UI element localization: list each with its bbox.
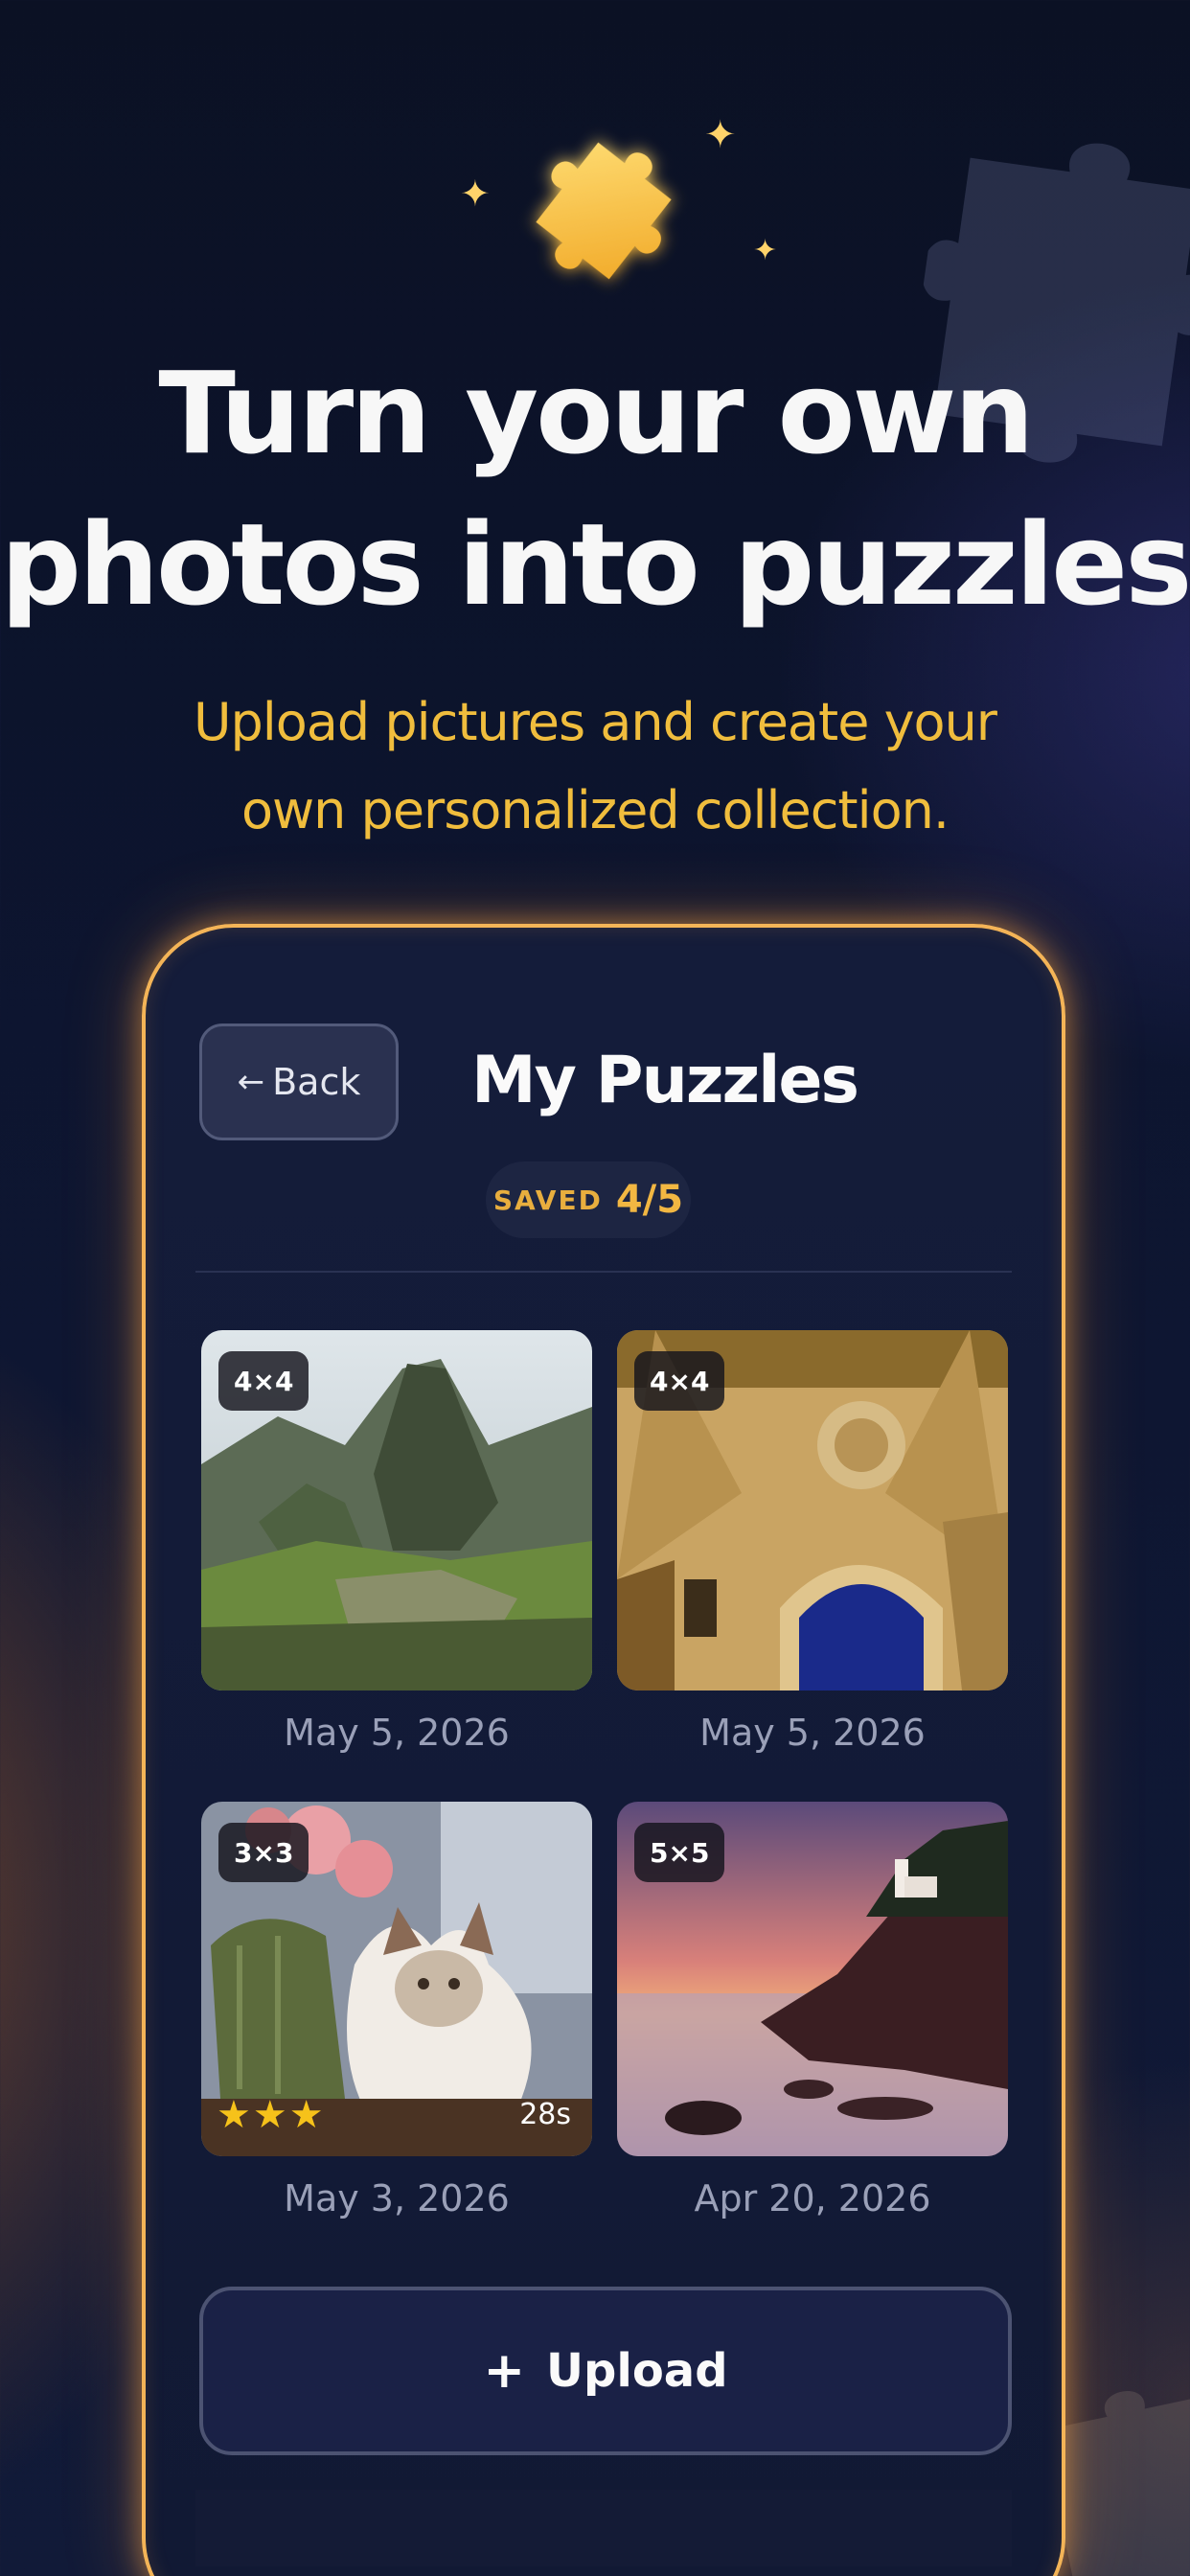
sparkle-icon: ✦ <box>460 172 491 215</box>
headline: Turn your own photos into puzzles <box>0 347 1190 631</box>
device-footer <box>195 2490 1012 2566</box>
puzzle-date: May 5, 2026 <box>699 1712 926 1754</box>
puzzle-date: May 3, 2026 <box>284 2177 510 2220</box>
phone-preview-frame: ← Back My Puzzles SAVED 4/5 4×4 May 5, 2… <box>142 924 1065 2576</box>
divider <box>195 1271 1012 1273</box>
puzzle-date: May 5, 2026 <box>284 1712 510 1754</box>
back-button-label: Back <box>272 1061 361 1103</box>
arrow-left-icon: ← <box>237 1063 265 1101</box>
saved-count: 4/5 <box>615 1178 684 1222</box>
upload-button-label: Upload <box>546 2344 728 2398</box>
puzzle-date: Apr 20, 2026 <box>694 2177 931 2220</box>
page-title: My Puzzles <box>471 1043 859 1118</box>
sparkle-icon: ✦ <box>753 234 778 267</box>
star-icon: ★★★ <box>217 2093 326 2137</box>
plus-icon: + <box>483 2342 526 2400</box>
puzzle-piece-icon <box>498 105 709 316</box>
puzzle-card-sunset-coast[interactable]: 5×5 <box>617 1802 1008 2156</box>
grid-size-badge: 4×4 <box>218 1351 309 1411</box>
puzzle-card-cat[interactable]: 3×3 ★★★ 28s <box>201 1802 592 2156</box>
sparkle-icon: ✦ <box>704 113 737 157</box>
saved-counter-badge: SAVED 4/5 <box>486 1162 691 1238</box>
puzzle-card-archway[interactable]: 4×4 <box>617 1330 1008 1690</box>
saved-label: SAVED <box>492 1184 603 1216</box>
upload-button[interactable]: + Upload <box>199 2287 1012 2455</box>
completion-time: 28s <box>519 2098 571 2131</box>
puzzle-card-mountain-ruins[interactable]: 4×4 <box>201 1330 592 1690</box>
grid-size-badge: 3×3 <box>218 1823 309 1882</box>
grid-size-badge: 5×5 <box>634 1823 725 1882</box>
subheadline: Upload pictures and create your own pers… <box>193 692 997 840</box>
back-button[interactable]: ← Back <box>199 1024 399 1140</box>
grid-size-badge: 4×4 <box>634 1351 725 1411</box>
